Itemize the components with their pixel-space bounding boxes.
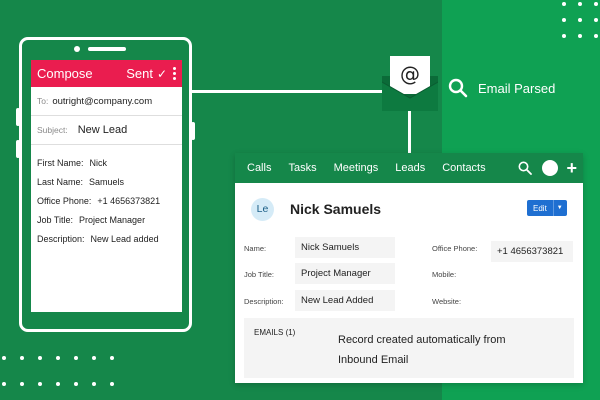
subject-row[interactable]: Subject: New Lead (31, 116, 182, 145)
office-phone-label: Office Phone: (432, 244, 478, 253)
body-line: Job Title: Project Manager (37, 210, 176, 229)
record-name: Nick Samuels (290, 201, 382, 217)
connector-phone-to-email (192, 90, 382, 93)
phone-screen: Compose Sent ✓ To: outright@company.com … (31, 60, 182, 312)
description-value[interactable]: New Lead Added (295, 290, 395, 311)
emails-panel: EMAILS (1) Record created automatically … (244, 318, 574, 378)
job-title-value[interactable]: Project Manager (295, 263, 395, 284)
record-fields: Name: Nick Samuels Job Title: Project Ma… (235, 235, 583, 315)
more-menu-icon[interactable] (173, 67, 176, 80)
record-header: Le Nick Samuels Edit ▼ (235, 183, 583, 235)
email-parsed-label: Email Parsed (478, 81, 556, 96)
phone-side-button-left-lower (16, 140, 20, 158)
compose-title: Compose (37, 66, 93, 81)
search-icon (448, 78, 468, 98)
mobile-label: Mobile: (432, 270, 457, 279)
at-sign: @ (400, 62, 420, 86)
website-label: Website: (432, 297, 462, 306)
phone-camera (74, 46, 80, 52)
connector-email-to-crm (408, 111, 411, 153)
edit-button[interactable]: Edit ▼ (527, 200, 567, 216)
body-value: New Lead added (90, 233, 159, 244)
nav-meetings[interactable]: Meetings (334, 162, 379, 174)
name-label: Name: (244, 244, 267, 253)
email-body[interactable]: First Name: Nick Last Name: Samuels Offi… (31, 145, 182, 248)
nav-tasks[interactable]: Tasks (288, 162, 316, 174)
user-avatar[interactable] (542, 160, 559, 176)
description-label: Description: (244, 297, 284, 306)
add-icon[interactable]: + (566, 159, 577, 177)
subject-value[interactable]: New Lead (78, 124, 128, 136)
body-line: First Name: Nick (37, 153, 176, 172)
body-label: Job Title: (37, 214, 74, 225)
body-value: +1 4656373821 (97, 195, 161, 206)
decorative-dots-top-right (562, 2, 598, 38)
body-value: Samuels (89, 176, 125, 187)
decorative-dots-bottom-left (2, 356, 114, 386)
sent-button[interactable]: Sent (126, 66, 153, 81)
job-title-label: Job Title: (244, 270, 275, 279)
to-value[interactable]: outright@company.com (52, 96, 152, 107)
body-label: First Name: (37, 157, 84, 168)
edit-separator (552, 200, 554, 216)
emails-message: Record created automatically from Inboun… (338, 334, 506, 366)
body-line: Last Name: Samuels (37, 172, 176, 191)
body-value: Project Manager (79, 214, 146, 225)
edit-label: Edit (533, 203, 547, 213)
to-label: To: (37, 96, 49, 106)
email-envelope-icon: @ (382, 56, 438, 111)
crm-nav-bar: Calls Tasks Meetings Leads Contacts + (235, 153, 583, 183)
crm-record-card: Calls Tasks Meetings Leads Contacts + Le… (235, 153, 583, 383)
body-value: Nick (89, 157, 108, 168)
body-line: Description: New Lead added (37, 229, 176, 248)
compose-bar: Compose Sent ✓ (31, 60, 182, 87)
office-phone-value[interactable]: +1 4656373821 (491, 241, 573, 262)
phone-side-button-right (191, 122, 195, 140)
body-label: Last Name: (37, 176, 84, 187)
emails-count-label[interactable]: EMAILS (1) (254, 328, 295, 337)
phone-side-button-left (16, 108, 20, 126)
chevron-down-icon[interactable]: ▼ (557, 205, 563, 211)
name-value[interactable]: Nick Samuels (295, 237, 395, 258)
nav-contacts[interactable]: Contacts (442, 162, 485, 174)
nav-icons: + (518, 159, 583, 177)
record-avatar: Le (251, 197, 274, 221)
search-icon[interactable] (518, 161, 533, 175)
body-label: Office Phone: (37, 195, 92, 206)
body-label: Description: (37, 233, 85, 244)
phone-speaker (88, 47, 126, 51)
nav-leads[interactable]: Leads (395, 162, 425, 174)
to-row[interactable]: To: outright@company.com (31, 87, 182, 116)
subject-label: Subject: (37, 125, 68, 135)
body-line: Office Phone: +1 4656373821 (37, 191, 176, 210)
nav-calls[interactable]: Calls (247, 162, 271, 174)
check-icon: ✓ (156, 66, 167, 81)
